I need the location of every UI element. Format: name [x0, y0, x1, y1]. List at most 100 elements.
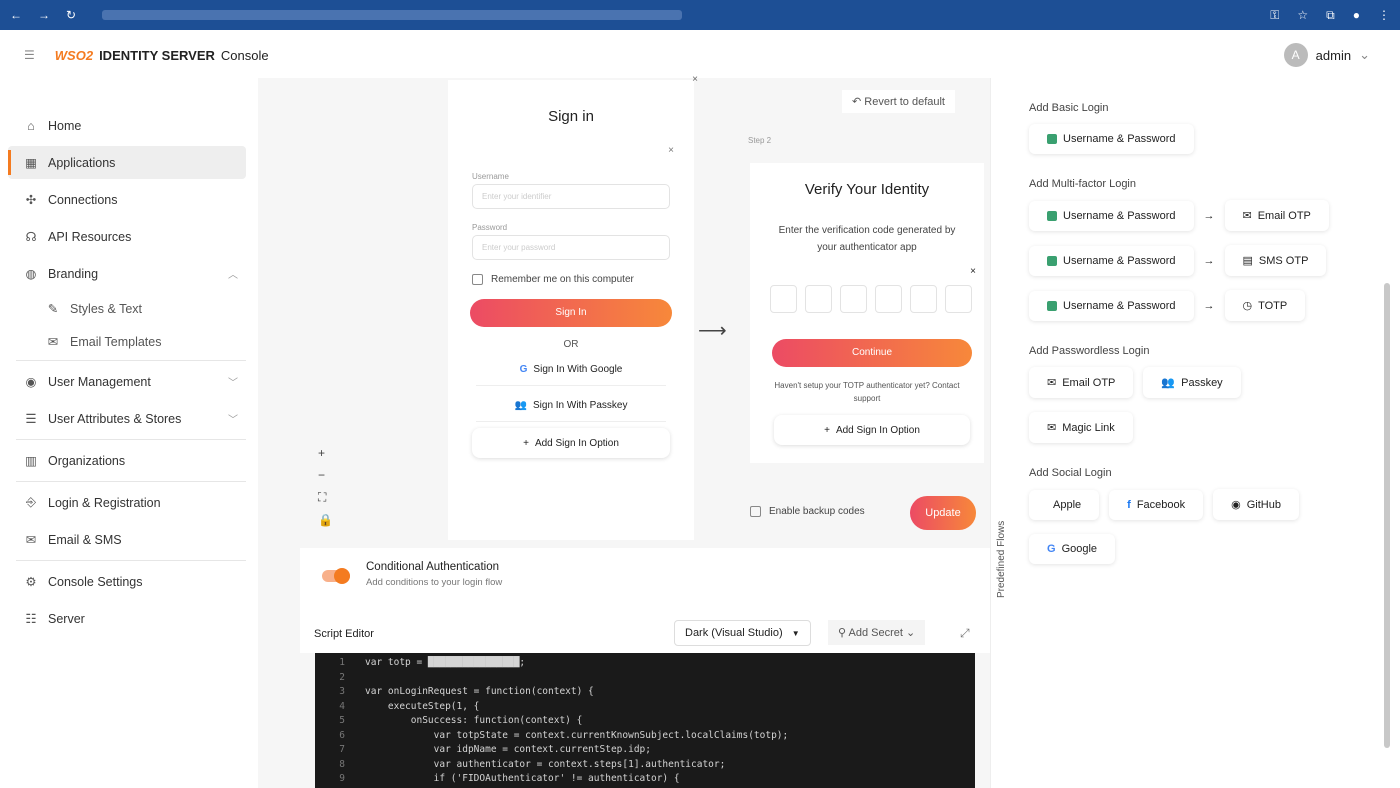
- app-header: ☰ WSO2 IDENTITY SERVER Console Aadmin ⌄: [0, 33, 1400, 77]
- continue-button[interactable]: Continue: [772, 339, 972, 367]
- browser-toolbar: ← → ↻ ⚿ ☆ ⧉ ● ⋮: [0, 0, 1400, 30]
- extensions-icon[interactable]: ⧉: [1326, 8, 1335, 23]
- sidebar-item-connections[interactable]: ✣ Connections: [8, 183, 258, 216]
- key-icon: [1047, 134, 1057, 144]
- sidebar-item-login-registration[interactable]: ⎆ Login & Registration: [8, 486, 258, 519]
- flow-facebook[interactable]: f Facebook: [1109, 489, 1204, 520]
- line-number: 8: [339, 758, 345, 770]
- flow-apple[interactable]: Apple: [1029, 489, 1100, 520]
- user-menu[interactable]: Aadmin ⌄: [1283, 43, 1370, 67]
- verify-step-card[interactable]: Verify Your Identity Enter the verificat…: [750, 163, 984, 463]
- brush-icon: ✎: [47, 302, 59, 316]
- conditional-auth-toggle[interactable]: [322, 568, 350, 584]
- lock-icon[interactable]: 🔒: [318, 513, 333, 527]
- sidebar-item-applications[interactable]: ▦ Applications: [8, 146, 246, 179]
- forward-icon[interactable]: →: [38, 8, 50, 22]
- sign-in-button[interactable]: Sign In: [470, 299, 672, 327]
- login-icon: ⎆: [25, 495, 36, 509]
- google-option[interactable]: G Sign In With Google: [476, 354, 666, 386]
- predefined-flows-tab[interactable]: Predefined Flows: [996, 521, 1007, 598]
- revert-button[interactable]: ↶ Revert to default: [842, 90, 955, 113]
- profile-icon[interactable]: ●: [1353, 8, 1360, 23]
- passkey-option[interactable]: 👥 Sign In With Passkey: [476, 390, 666, 422]
- sidebar-item-api-resources[interactable]: ☊ API Resources: [8, 220, 258, 253]
- basic-login-heading: Add Basic Login: [1029, 102, 1109, 114]
- add-sign-in-option-button[interactable]: + Add Sign In Option: [472, 428, 670, 458]
- flow-mfa-email[interactable]: Username & Password → ✉ Email OTP: [1029, 200, 1350, 231]
- code-text: executeStep(1, {: [365, 700, 480, 712]
- plus-icon: +: [523, 437, 529, 449]
- code-line: 7 var idpName = context.currentStep.idp;: [315, 743, 975, 758]
- sidebar-item-home[interactable]: ⌂ Home: [8, 109, 258, 142]
- scrollbar[interactable]: [1384, 283, 1390, 748]
- sidebar-item-console-settings[interactable]: ⚙ Console Settings: [8, 565, 258, 598]
- expand-icon[interactable]: ⤢: [960, 626, 970, 641]
- close-icon[interactable]: ×: [468, 145, 674, 156]
- sms-icon: ▤: [1242, 255, 1253, 267]
- line-number: 2: [339, 671, 345, 683]
- key-icon: ⚲: [838, 627, 849, 639]
- verify-help-text: Haven't setup your TOTP authenticator ye…: [774, 381, 960, 403]
- add-sign-in-option-button[interactable]: + Add Sign In Option: [774, 415, 970, 445]
- fit-view-icon[interactable]: ⛶: [318, 490, 333, 505]
- conditional-auth-section: Conditional Authentication Add condition…: [300, 548, 990, 618]
- remember-checkbox[interactable]: Remember me on this computer: [472, 274, 670, 285]
- clock-icon: ◷: [1242, 300, 1253, 312]
- back-icon[interactable]: ←: [10, 8, 22, 22]
- key-icon[interactable]: ⚿: [1270, 8, 1279, 23]
- backup-codes-checkbox[interactable]: Enable backup codes: [750, 506, 865, 517]
- chevron-down-icon: ﹀: [228, 378, 238, 389]
- arrow-icon: →: [1203, 254, 1215, 267]
- mail-icon: ✉: [1242, 210, 1252, 222]
- flow-email-otp[interactable]: ✉ Email OTP: [1029, 367, 1134, 398]
- hamburger-icon[interactable]: ☰: [24, 48, 35, 62]
- flow-google[interactable]: G Google: [1029, 534, 1116, 564]
- social-heading: Add Social Login: [1029, 467, 1112, 479]
- flow-magic-link[interactable]: ✉ Magic Link: [1029, 412, 1133, 443]
- script-editor-label: Script Editor: [314, 628, 374, 640]
- close-icon[interactable]: ×: [758, 266, 976, 277]
- flow-canvas[interactable]: ↶ Revert to default Step 2 × Sign in × U…: [300, 74, 990, 548]
- otp-inputs[interactable]: [770, 285, 984, 313]
- undo-icon: ↶: [852, 96, 865, 108]
- sidebar-item-email-sms[interactable]: ✉ Email & SMS: [8, 523, 258, 556]
- flow-github[interactable]: ◉ GitHub: [1213, 489, 1299, 520]
- sidebar-item-user-management[interactable]: ◉ User Management ﹀: [8, 365, 258, 398]
- sidebar-item-email-templates[interactable]: ✉ Email Templates: [8, 327, 258, 356]
- flow-mfa-totp[interactable]: Username & Password → ◷ TOTP: [1029, 290, 1350, 321]
- flow-username-password[interactable]: Username & Password: [1029, 124, 1194, 154]
- address-bar[interactable]: [102, 10, 683, 20]
- add-secret-button[interactable]: ⚲ Add Secret ⌄: [828, 620, 926, 645]
- connections-icon: ✣: [25, 193, 37, 207]
- code-text: onSuccess: function(context) {: [365, 715, 583, 726]
- sidebar-item-branding[interactable]: ◍ Branding ︿: [8, 257, 258, 290]
- code-line: 2: [315, 671, 975, 686]
- flow-mfa-sms[interactable]: Username & Password → ▤ SMS OTP: [1029, 245, 1350, 276]
- username-input[interactable]: Enter your identifier: [472, 184, 670, 209]
- password-input[interactable]: Enter your password: [472, 235, 670, 260]
- sidebar-item-organizations[interactable]: ▥ Organizations: [8, 444, 258, 477]
- code-editor[interactable]: 1 var totp = ████████████████; 2 3 var onLog…: [315, 653, 975, 788]
- sidebar-item-styles-text[interactable]: ✎ Styles & Text: [8, 294, 258, 323]
- signin-step-card[interactable]: × Sign in × Username Enter your identifi…: [448, 74, 698, 540]
- signin-title: Sign in: [548, 108, 594, 125]
- update-button[interactable]: Update: [910, 496, 976, 530]
- close-icon[interactable]: ×: [692, 74, 698, 85]
- theme-select[interactable]: Dark (Visual Studio) ▼: [674, 620, 811, 646]
- password-label: Password: [472, 223, 508, 232]
- mail-icon: ✉: [1047, 377, 1057, 389]
- mfa-heading: Add Multi-factor Login: [1029, 178, 1136, 190]
- building-icon: ▥: [25, 454, 37, 468]
- conditional-auth-desc: Add conditions to your login flow: [366, 577, 503, 588]
- reload-icon[interactable]: ↻: [66, 8, 76, 22]
- flow-passkey[interactable]: 👥 Passkey: [1143, 367, 1241, 398]
- zoom-in-icon[interactable]: +: [318, 446, 333, 460]
- sidebar-item-server[interactable]: ☷ Server: [8, 602, 258, 635]
- arrow-icon: ⟶: [698, 320, 727, 342]
- star-icon[interactable]: ☆: [1297, 8, 1308, 23]
- user-icon: ◉: [25, 375, 37, 389]
- passkey-icon: 👥: [514, 400, 527, 411]
- menu-icon[interactable]: ⋮: [1378, 8, 1390, 23]
- zoom-out-icon[interactable]: −: [318, 468, 333, 482]
- sidebar-item-user-attributes[interactable]: ☰ User Attributes & Stores ﹀: [8, 402, 258, 435]
